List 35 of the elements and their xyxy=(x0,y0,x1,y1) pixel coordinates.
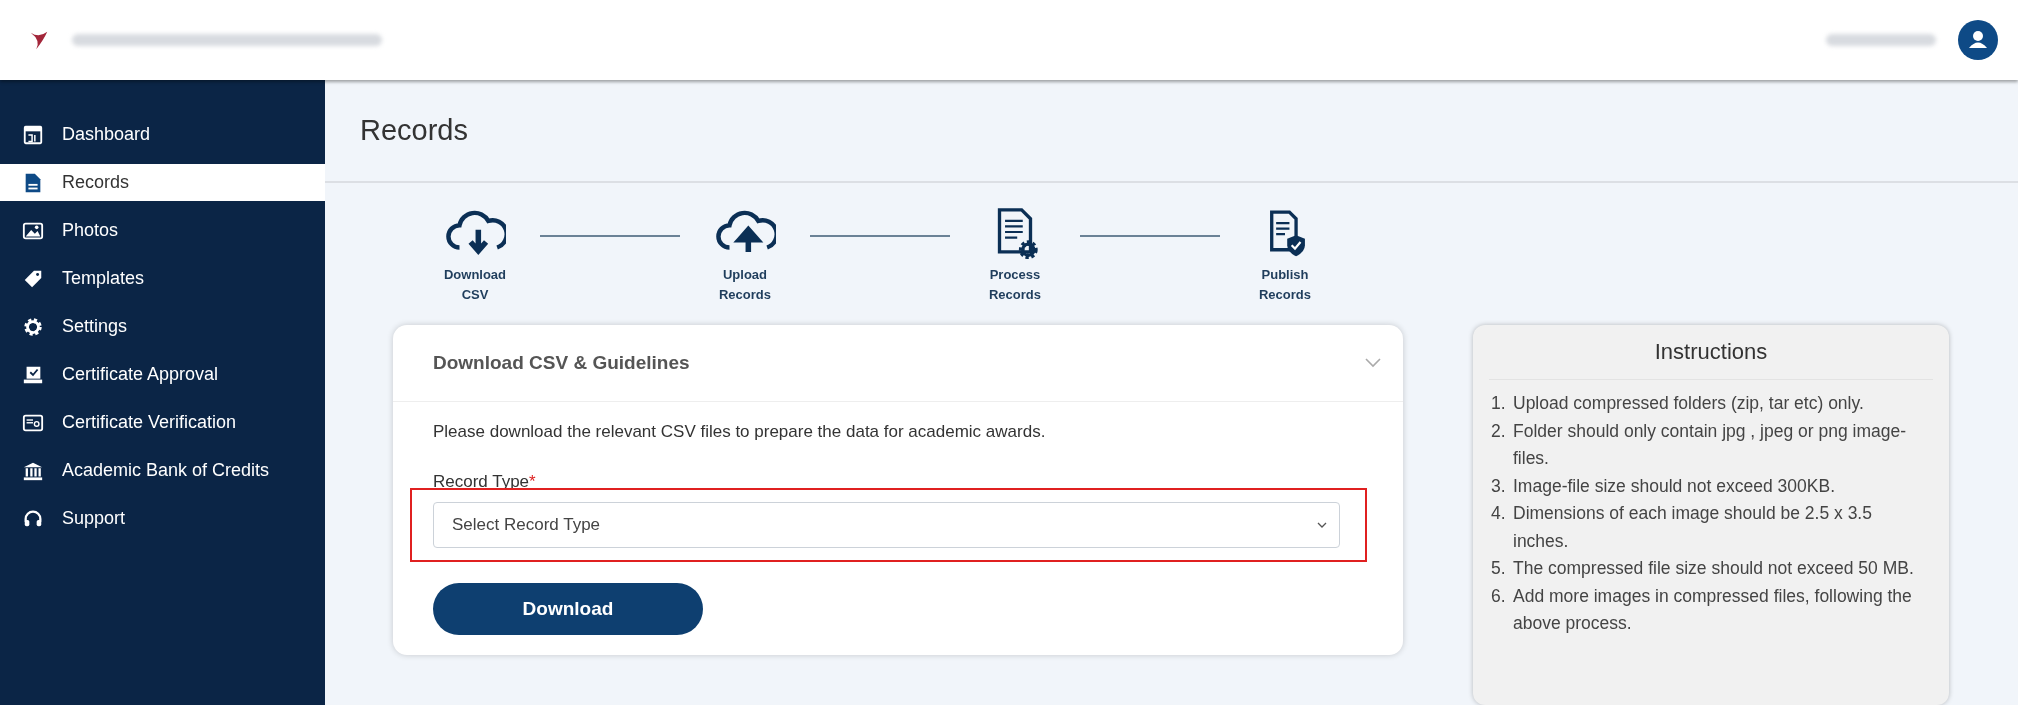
sidebar-item[interactable]: Academic Bank of Credits xyxy=(0,452,325,489)
step-label: Download CSV xyxy=(443,266,507,304)
caret-icon xyxy=(1317,522,1327,528)
sidebar-item[interactable]: Support xyxy=(0,500,325,537)
instruction-text: Upload compressed folders (zip, tar etc) only. xyxy=(1513,392,1865,415)
sidebar-item[interactable]: Dashboard xyxy=(0,116,325,153)
sidebar-item[interactable]: Settings xyxy=(0,308,325,345)
instructions-title: Instructions xyxy=(1489,325,1933,380)
settings-icon xyxy=(22,315,44,338)
list-number: 2. xyxy=(1491,419,1507,443)
list-number: 3. xyxy=(1491,474,1507,498)
card-title: Download CSV & Guidelines xyxy=(433,352,690,374)
instruction-text: Add more images in compressed files, following the above process. xyxy=(1513,584,1913,635)
instruction-text: Folder should only contain jpg , jpeg or png image-files. xyxy=(1513,419,1907,470)
avatar-icon[interactable] xyxy=(1958,20,1998,60)
record-type-select[interactable]: Select Record Type xyxy=(433,502,1340,548)
description-text: Please download the relevant CSV files to prepare the data for academic awards. xyxy=(433,422,1047,442)
step-label: Process Records xyxy=(989,266,1041,304)
step-label: Upload Records xyxy=(719,266,771,304)
page-title: Records xyxy=(360,114,468,147)
sidebar-item[interactable]: Records xyxy=(0,164,325,201)
sidebar-item[interactable]: Certificate Verification xyxy=(0,404,325,441)
sidebar-item[interactable]: Certificate Approval xyxy=(0,356,325,393)
sidebar-item[interactable]: Photos xyxy=(0,212,325,249)
list-number: 1. xyxy=(1491,392,1507,415)
sidebar-item[interactable]: Templates xyxy=(0,260,325,297)
list-number: 4. xyxy=(1491,502,1507,525)
instruction-text: Dimensions of each image should be 2.5 x 3.5 inches. xyxy=(1513,502,1873,553)
list-number: 5. xyxy=(1491,557,1507,580)
step-label: Publish Records xyxy=(1259,266,1311,304)
list-number: 6. xyxy=(1491,584,1507,608)
instruction-text: Image-file size should not exceed 300KB. xyxy=(1513,474,1836,498)
download-button[interactable]: Download xyxy=(433,583,703,635)
calendar-icon xyxy=(22,123,44,146)
instruction-text: The compressed file size should not exceed 50 MB. xyxy=(1513,557,1915,580)
